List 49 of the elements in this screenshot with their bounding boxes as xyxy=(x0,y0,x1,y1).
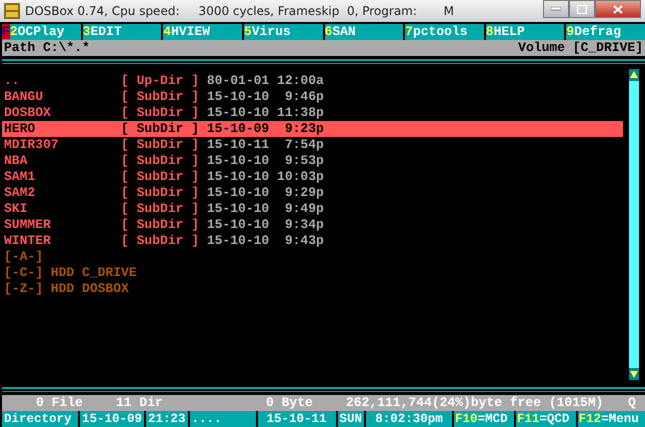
shortcut-key[interactable]: F12=Menu xyxy=(578,411,645,427)
file-row[interactable]: NBA [ SubDir ] 15-10-10 9:53p xyxy=(2,153,623,169)
function-key[interactable]: 3EDIT xyxy=(82,24,162,40)
minimize-button[interactable] xyxy=(543,0,569,18)
status-cell: 21:23 xyxy=(146,411,188,427)
path-text: Path C:\*.* xyxy=(4,40,90,56)
status-cell: SUN xyxy=(338,411,364,427)
function-key[interactable]: 4HVIEW xyxy=(163,24,242,40)
scroll-down-icon[interactable] xyxy=(629,368,639,380)
drive-item[interactable]: [-A-] xyxy=(2,249,629,265)
byte-count: 0 Byte xyxy=(266,395,314,411)
function-key[interactable]: 9Defrag xyxy=(566,24,645,40)
drive-item[interactable]: [-C-] HDD C_DRIVE xyxy=(2,265,629,281)
volume-label: Volume [C_DRIVE] xyxy=(518,40,643,56)
status-cell: 15-10-09 xyxy=(80,411,144,427)
shortcut-key[interactable]: F11=QCD xyxy=(516,411,576,427)
status-cell: Directory xyxy=(2,411,78,427)
minimize-icon[interactable] xyxy=(551,7,561,11)
status-cell: 15-10-11 xyxy=(258,411,336,427)
file-count: 0 File xyxy=(36,395,84,411)
file-row[interactable]: SAM2 [ SubDir ] 15-10-10 9:29p xyxy=(2,185,623,201)
function-key[interactable]: F2OCPlay xyxy=(2,24,81,40)
file-row[interactable]: SUMMER [ SubDir ] 15-10-10 9:34p xyxy=(2,217,623,233)
free-space: 262,111,744(24%)byte free (1015M) xyxy=(346,395,604,411)
file-row[interactable]: DOSBOX [ SubDir ] 15-10-10 11:38p xyxy=(2,105,623,121)
function-key[interactable]: 7pctools xyxy=(405,24,484,40)
file-row[interactable]: HERO [ SubDir ] 15-10-09 9:23p xyxy=(2,121,623,137)
summary-text: Q xyxy=(628,395,636,411)
file-row[interactable]: SAM1 [ SubDir ] 15-10-10 10:03p xyxy=(2,169,623,185)
function-key[interactable]: 5Virus xyxy=(244,24,322,40)
file-row[interactable]: BANGU [ SubDir ] 15-10-10 9:46p xyxy=(2,89,623,105)
file-row[interactable]: .. [ Up-Dir ] 80-01-01 12:00a xyxy=(2,73,623,89)
window-title: DOSBox 0.74, Cpu speed: 3000 cycles, Frameskip 0, Program: M xyxy=(25,4,455,18)
function-key[interactable]: 6SAN xyxy=(324,24,404,40)
drive-item[interactable]: [-Z-] HDD DOSBOX xyxy=(2,281,629,297)
scrollbar[interactable] xyxy=(629,69,639,380)
file-row[interactable]: MDIR307 [ SubDir ] 15-10-11 7:54p xyxy=(2,137,623,153)
maximize-button[interactable] xyxy=(569,0,595,18)
status-cell: .... xyxy=(190,411,256,427)
function-key[interactable]: 8HELP xyxy=(486,24,564,40)
status-cell: 8:02:30pm xyxy=(366,411,452,427)
close-button[interactable] xyxy=(595,0,641,18)
dir-count: 11 Dir xyxy=(116,395,164,411)
file-row[interactable]: SKI [ SubDir ] 15-10-10 9:49p xyxy=(2,201,623,217)
file-row[interactable]: WINTER [ SubDir ] 15-10-10 9:43p xyxy=(2,233,623,249)
scroll-up-icon[interactable] xyxy=(629,69,639,81)
close-icon[interactable] xyxy=(613,4,623,14)
shortcut-key[interactable]: F10=MCD xyxy=(454,411,514,427)
app-icon xyxy=(4,3,20,19)
